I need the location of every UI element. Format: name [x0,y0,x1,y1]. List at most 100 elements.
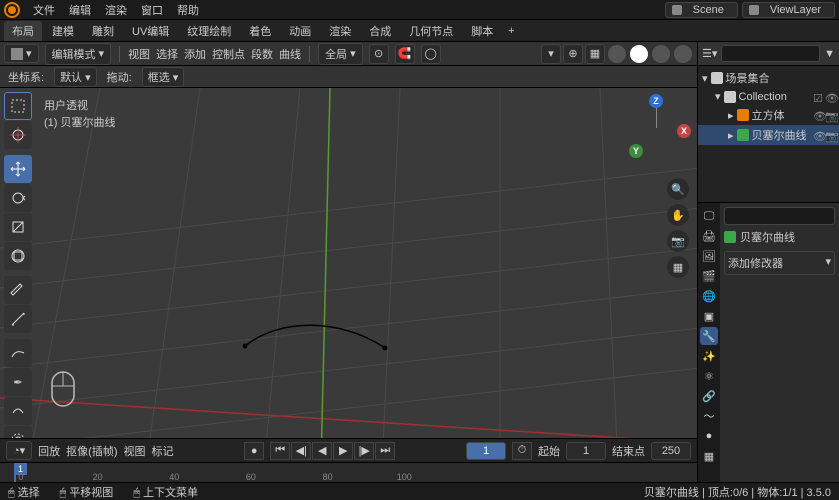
vp-menu-view[interactable]: 视图 [128,46,150,62]
jump-start[interactable]: ⏮ [270,442,290,460]
timeline-view[interactable]: 视图 [124,443,146,459]
overlay-visibility[interactable]: ⊕ [563,44,583,64]
tab-rendering[interactable]: 渲染 [321,21,359,41]
tool-move[interactable] [4,155,32,183]
mode-dropdown[interactable]: 编辑模式 ▾ [45,43,112,65]
tool-pen[interactable]: ✒ [4,368,32,396]
pan-icon[interactable]: ✋ [667,204,689,226]
tab-sculpting[interactable]: 雕刻 [84,21,122,41]
coord-preset[interactable]: 默认 ▾ [54,67,97,87]
outliner-search[interactable] [721,45,820,62]
proptab-particles[interactable]: ✨ [700,347,718,365]
scene-selector[interactable]: Scene [665,2,738,18]
vp-menu-add[interactable]: 添加 [184,46,206,62]
tool-select-box[interactable] [4,92,32,120]
add-modifier-dropdown[interactable]: 添加修改器▾ [724,251,835,275]
timeline-playback[interactable]: 回放 [38,443,60,459]
vp-menu-segment[interactable]: 段数 [251,46,273,62]
timeline-keying[interactable]: 抠像(插帧) [66,443,117,459]
shading-solid[interactable] [629,44,649,64]
add-workspace-button[interactable]: + [503,23,519,39]
xray-toggle[interactable]: ▦ [585,44,605,64]
outliner-type-icon[interactable]: ☰▾ [702,47,717,60]
tab-texpaint[interactable]: 纹理绘制 [179,21,239,41]
camera-icon[interactable]: 📷 [667,230,689,252]
tool-measure[interactable] [4,305,32,333]
zoom-icon[interactable]: 🔍 [667,178,689,200]
timeline-marker[interactable]: 标记 [152,443,174,459]
timeline-ruler[interactable]: 1 0 20 40 60 80 100 [0,462,697,482]
gizmo-z-axis[interactable]: Z [649,94,663,108]
tab-shading[interactable]: 着色 [241,21,279,41]
gizmo-visibility[interactable]: ▾ [541,44,561,64]
vp-menu-controlpoint[interactable]: 控制点 [212,46,245,62]
proptab-modifier[interactable]: 🔧 [700,327,718,345]
shading-wireframe[interactable] [607,44,627,64]
current-frame[interactable]: 1 [466,442,506,460]
orientation-gizmo[interactable]: Z Y X [621,94,691,164]
tool-cursor[interactable] [4,121,32,149]
proptab-world[interactable]: 🌐 [700,287,718,305]
tree-cube[interactable]: ▸立方体👁📷 [698,105,839,125]
proportional-toggle[interactable]: ◯ [421,44,441,64]
vp-menu-curve[interactable]: 曲线 [279,46,301,62]
proptab-scene[interactable]: 🎬 [700,267,718,285]
jump-end[interactable]: ⏭ [375,442,395,460]
frame-lock-icon[interactable]: ⏱ [512,442,532,460]
menu-window[interactable]: 窗口 [134,2,170,18]
timeline-editor-type[interactable]: ◔▾ [6,441,32,460]
tab-layout[interactable]: 布局 [4,21,42,41]
play-reverse[interactable]: ◀ [312,442,332,460]
tool-rotate[interactable] [4,184,32,212]
tool-radius[interactable] [4,426,32,438]
vp-menu-select[interactable]: 选择 [156,46,178,62]
tab-compositing[interactable]: 合成 [361,21,399,41]
editor-type-dropdown[interactable]: ▾ [4,44,39,63]
tree-collection[interactable]: ▾Collection☑👁 [698,88,839,105]
ortho-icon[interactable]: ▦ [667,256,689,278]
properties-search[interactable] [724,207,835,225]
tool-annotate[interactable] [4,276,32,304]
tab-uv[interactable]: UV编辑 [124,21,177,41]
3d-viewport[interactable]: ✒ ✦ 用户透视 (1) 贝塞尔曲线 Z Y X 🔍 [0,88,697,438]
keyframe-prev[interactable]: ◀| [291,442,311,460]
proptab-physics[interactable]: ⚛ [700,367,718,385]
gizmo-x-axis[interactable]: X [677,124,691,138]
tool-tilt[interactable] [4,397,32,425]
menu-edit[interactable]: 编辑 [62,2,98,18]
menu-file[interactable]: 文件 [26,2,62,18]
tree-bezier[interactable]: ▸贝塞尔曲线👁📷 [698,125,839,145]
gizmo-y-axis[interactable]: Y [629,144,643,158]
shading-matprev[interactable] [651,44,671,64]
outliner-filter-icon[interactable]: ▼ [824,48,835,60]
play-forward[interactable]: ▶ [333,442,353,460]
tab-animation[interactable]: 动画 [281,21,319,41]
viewlayer-selector[interactable]: ViewLayer [742,2,835,18]
shading-rendered[interactable] [673,44,693,64]
autokey-toggle[interactable]: ● [244,442,264,460]
tab-modeling[interactable]: 建模 [44,21,82,41]
menu-help[interactable]: 帮助 [170,2,206,18]
proptab-constraints[interactable]: 🔗 [700,387,718,405]
start-frame[interactable]: 1 [566,442,606,460]
keyframe-next[interactable]: |▶ [354,442,374,460]
drag-mode[interactable]: 框选 ▾ [142,67,185,87]
proptab-material[interactable]: ● [700,427,718,445]
tab-scripting[interactable]: 脚本 [463,21,501,41]
proptab-output[interactable]: 🖨 [700,227,718,245]
proptab-render[interactable]: 🖵 [700,207,718,225]
proptab-texture[interactable]: ▦ [700,447,718,465]
proptab-data[interactable]: 〜 [700,407,718,425]
end-frame[interactable]: 250 [651,442,691,460]
tool-draw[interactable] [4,339,32,367]
playhead[interactable]: 1 [14,463,16,482]
transform-orientation[interactable]: 全局 ▾ [318,43,363,65]
menu-render[interactable]: 渲染 [98,2,134,18]
tool-scale[interactable] [4,213,32,241]
proptab-viewlayer[interactable]: 🖼 [700,247,718,265]
proptab-object[interactable]: ▣ [700,307,718,325]
tool-transform[interactable] [4,242,32,270]
tab-geonodes[interactable]: 几何节点 [401,21,461,41]
tree-scene-collection[interactable]: ▾场景集合 [698,68,839,88]
pivot-dropdown[interactable]: ⊙ [369,44,389,64]
